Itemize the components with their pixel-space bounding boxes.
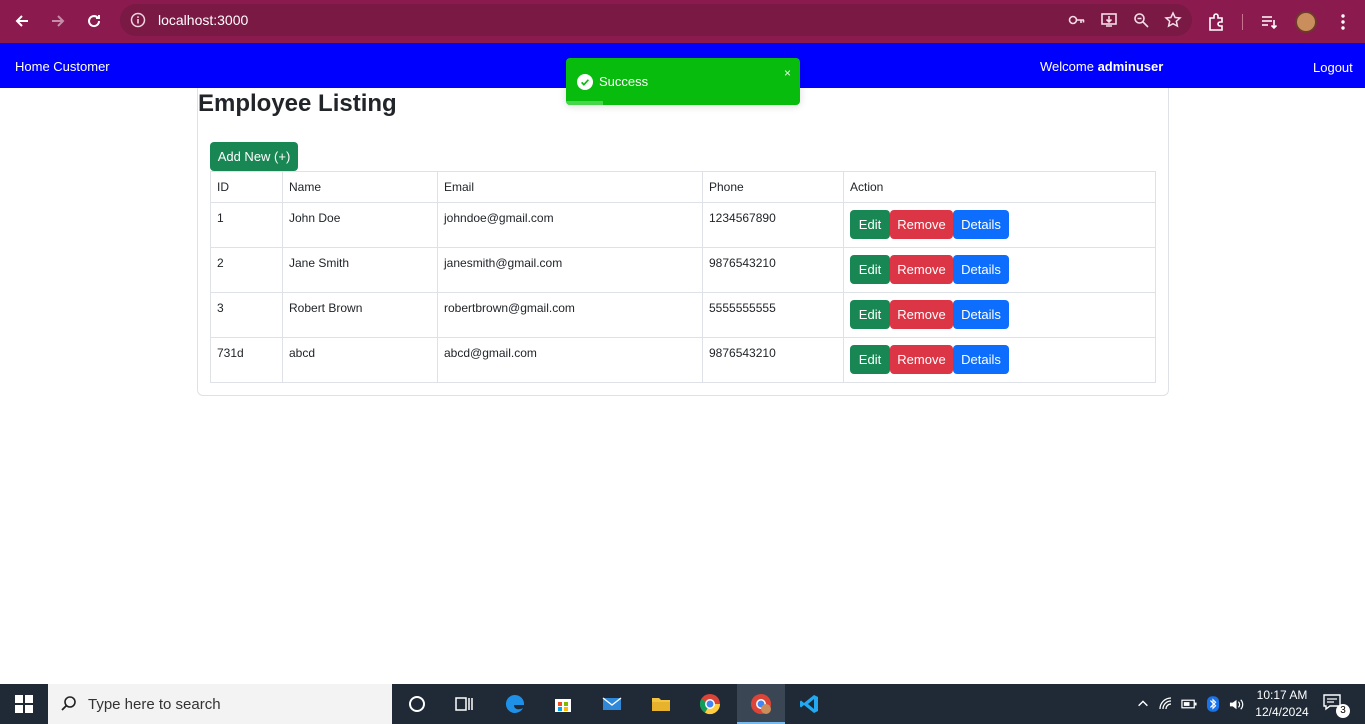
cell-phone: 9876543210	[702, 247, 844, 293]
employee-table: ID Name Email Phone Action 1 John Doe jo…	[210, 171, 1156, 383]
vscode-icon[interactable]	[794, 689, 824, 719]
os-taskbar: Type here to search 10:17 AM 12/4/2024 3	[0, 684, 1365, 724]
clock-date: 12/4/2024	[1255, 705, 1309, 719]
check-circle-icon	[577, 74, 593, 90]
details-button[interactable]: Details	[953, 300, 1009, 329]
cell-phone: 5555555555	[702, 292, 844, 338]
edit-button[interactable]: Edit	[850, 300, 890, 329]
file-explorer-icon[interactable]	[646, 689, 676, 719]
table-row: 3 Robert Brown robertbrown@gmail.com 555…	[210, 292, 1156, 338]
windows-start-button[interactable]	[0, 684, 48, 724]
cell-actions: Edit Remove Details	[843, 247, 1156, 293]
key-icon[interactable]	[1068, 11, 1086, 29]
address-bar[interactable]: localhost:3000	[120, 4, 1192, 36]
cortana-icon[interactable]	[402, 689, 432, 719]
add-new-button[interactable]: Add New (+)	[210, 142, 298, 171]
welcome-message: Welcome adminuser	[1040, 59, 1163, 74]
welcome-prefix: Welcome	[1040, 59, 1094, 74]
cell-actions: Edit Remove Details	[843, 292, 1156, 338]
search-placeholder: Type here to search	[88, 695, 221, 713]
cell-email: janesmith@gmail.com	[437, 247, 703, 293]
edge-browser-icon[interactable]	[500, 689, 530, 719]
profile-avatar[interactable]	[1295, 10, 1317, 33]
cell-id: 2	[210, 247, 283, 293]
forward-button[interactable]	[40, 3, 76, 39]
employee-listing-card: Employee Listing Add New (+) ID Name Ema…	[197, 88, 1169, 396]
cell-email: abcd@gmail.com	[437, 337, 703, 383]
site-info-icon[interactable]	[130, 12, 146, 28]
close-icon[interactable]: ×	[784, 66, 791, 80]
logout-link[interactable]: Logout	[1313, 60, 1353, 75]
toolbar-divider	[1242, 13, 1243, 30]
edit-button[interactable]: Edit	[850, 210, 890, 239]
remove-button[interactable]: Remove	[890, 210, 953, 239]
url-text[interactable]: localhost:3000	[158, 12, 248, 28]
column-header-phone: Phone	[702, 171, 844, 203]
cell-phone: 1234567890	[702, 202, 844, 248]
username: adminuser	[1097, 59, 1164, 74]
column-header-id: ID	[210, 171, 283, 203]
clock-time: 10:17 AM	[1256, 688, 1308, 702]
browser-toolbar: localhost:3000	[0, 0, 1365, 43]
table-row: 1 John Doe johndoe@gmail.com 1234567890 …	[210, 202, 1156, 248]
cell-name: John Doe	[282, 202, 438, 248]
success-toast[interactable]: Success ×	[566, 58, 800, 105]
remove-button[interactable]: Remove	[890, 255, 953, 284]
page-title: Employee Listing	[198, 90, 397, 117]
windows-logo-icon	[15, 695, 33, 713]
search-icon	[60, 695, 78, 713]
cell-id: 1	[210, 202, 283, 248]
edit-button[interactable]: Edit	[850, 345, 890, 374]
task-view-icon[interactable]	[449, 689, 479, 719]
remove-button[interactable]: Remove	[890, 345, 953, 374]
cell-name: Robert Brown	[282, 292, 438, 338]
system-clock[interactable]: 10:17 AM 12/4/2024	[1252, 687, 1312, 721]
toast-message: Success	[599, 74, 649, 89]
taskbar-search-box[interactable]: Type here to search	[48, 684, 392, 724]
zoom-icon[interactable]	[1132, 11, 1150, 29]
cell-id: 3	[210, 292, 283, 338]
mail-icon[interactable]	[597, 689, 627, 719]
cell-name: abcd	[282, 337, 438, 383]
chrome-icon[interactable]	[695, 689, 725, 719]
toast-progress-bar	[566, 101, 604, 105]
notification-center-button[interactable]: 3	[1322, 692, 1350, 718]
chrome-profile-icon	[746, 689, 776, 719]
volume-icon[interactable]	[1221, 689, 1251, 719]
details-button[interactable]: Details	[953, 210, 1009, 239]
cell-email: robertbrown@gmail.com	[437, 292, 703, 338]
details-button[interactable]: Details	[953, 255, 1009, 284]
column-header-action: Action	[843, 171, 1156, 203]
edit-button[interactable]: Edit	[850, 255, 890, 284]
arrow-left-icon	[15, 15, 28, 27]
cell-phone: 9876543210	[702, 337, 844, 383]
cell-actions: Edit Remove Details	[843, 202, 1156, 248]
reload-button[interactable]	[76, 3, 112, 39]
back-button[interactable]	[4, 3, 40, 39]
reload-icon	[88, 15, 101, 28]
chrome-profile-taskbar-button[interactable]	[737, 684, 785, 724]
microsoft-store-icon[interactable]	[548, 689, 578, 719]
column-header-email: Email	[437, 171, 703, 203]
arrow-right-icon	[52, 15, 65, 27]
cell-name: Jane Smith	[282, 247, 438, 293]
bookmark-star-icon[interactable]	[1164, 11, 1182, 29]
extensions-icon[interactable]	[1206, 12, 1226, 32]
cell-actions: Edit Remove Details	[843, 337, 1156, 383]
notification-count-badge: 3	[1336, 704, 1350, 718]
table-row: 731d abcd abcd@gmail.com 9876543210 Edit…	[210, 337, 1156, 383]
table-header-row: ID Name Email Phone Action	[210, 171, 1156, 203]
remove-button[interactable]: Remove	[890, 300, 953, 329]
cell-id: 731d	[210, 337, 283, 383]
details-button[interactable]: Details	[953, 345, 1009, 374]
install-app-icon[interactable]	[1100, 11, 1118, 29]
reading-list-icon[interactable]	[1259, 12, 1279, 32]
more-menu-icon[interactable]	[1333, 12, 1353, 32]
table-row: 2 Jane Smith janesmith@gmail.com 9876543…	[210, 247, 1156, 293]
nav-home-customer-link[interactable]: Home Customer	[15, 59, 110, 74]
column-header-name: Name	[282, 171, 438, 203]
cell-email: johndoe@gmail.com	[437, 202, 703, 248]
